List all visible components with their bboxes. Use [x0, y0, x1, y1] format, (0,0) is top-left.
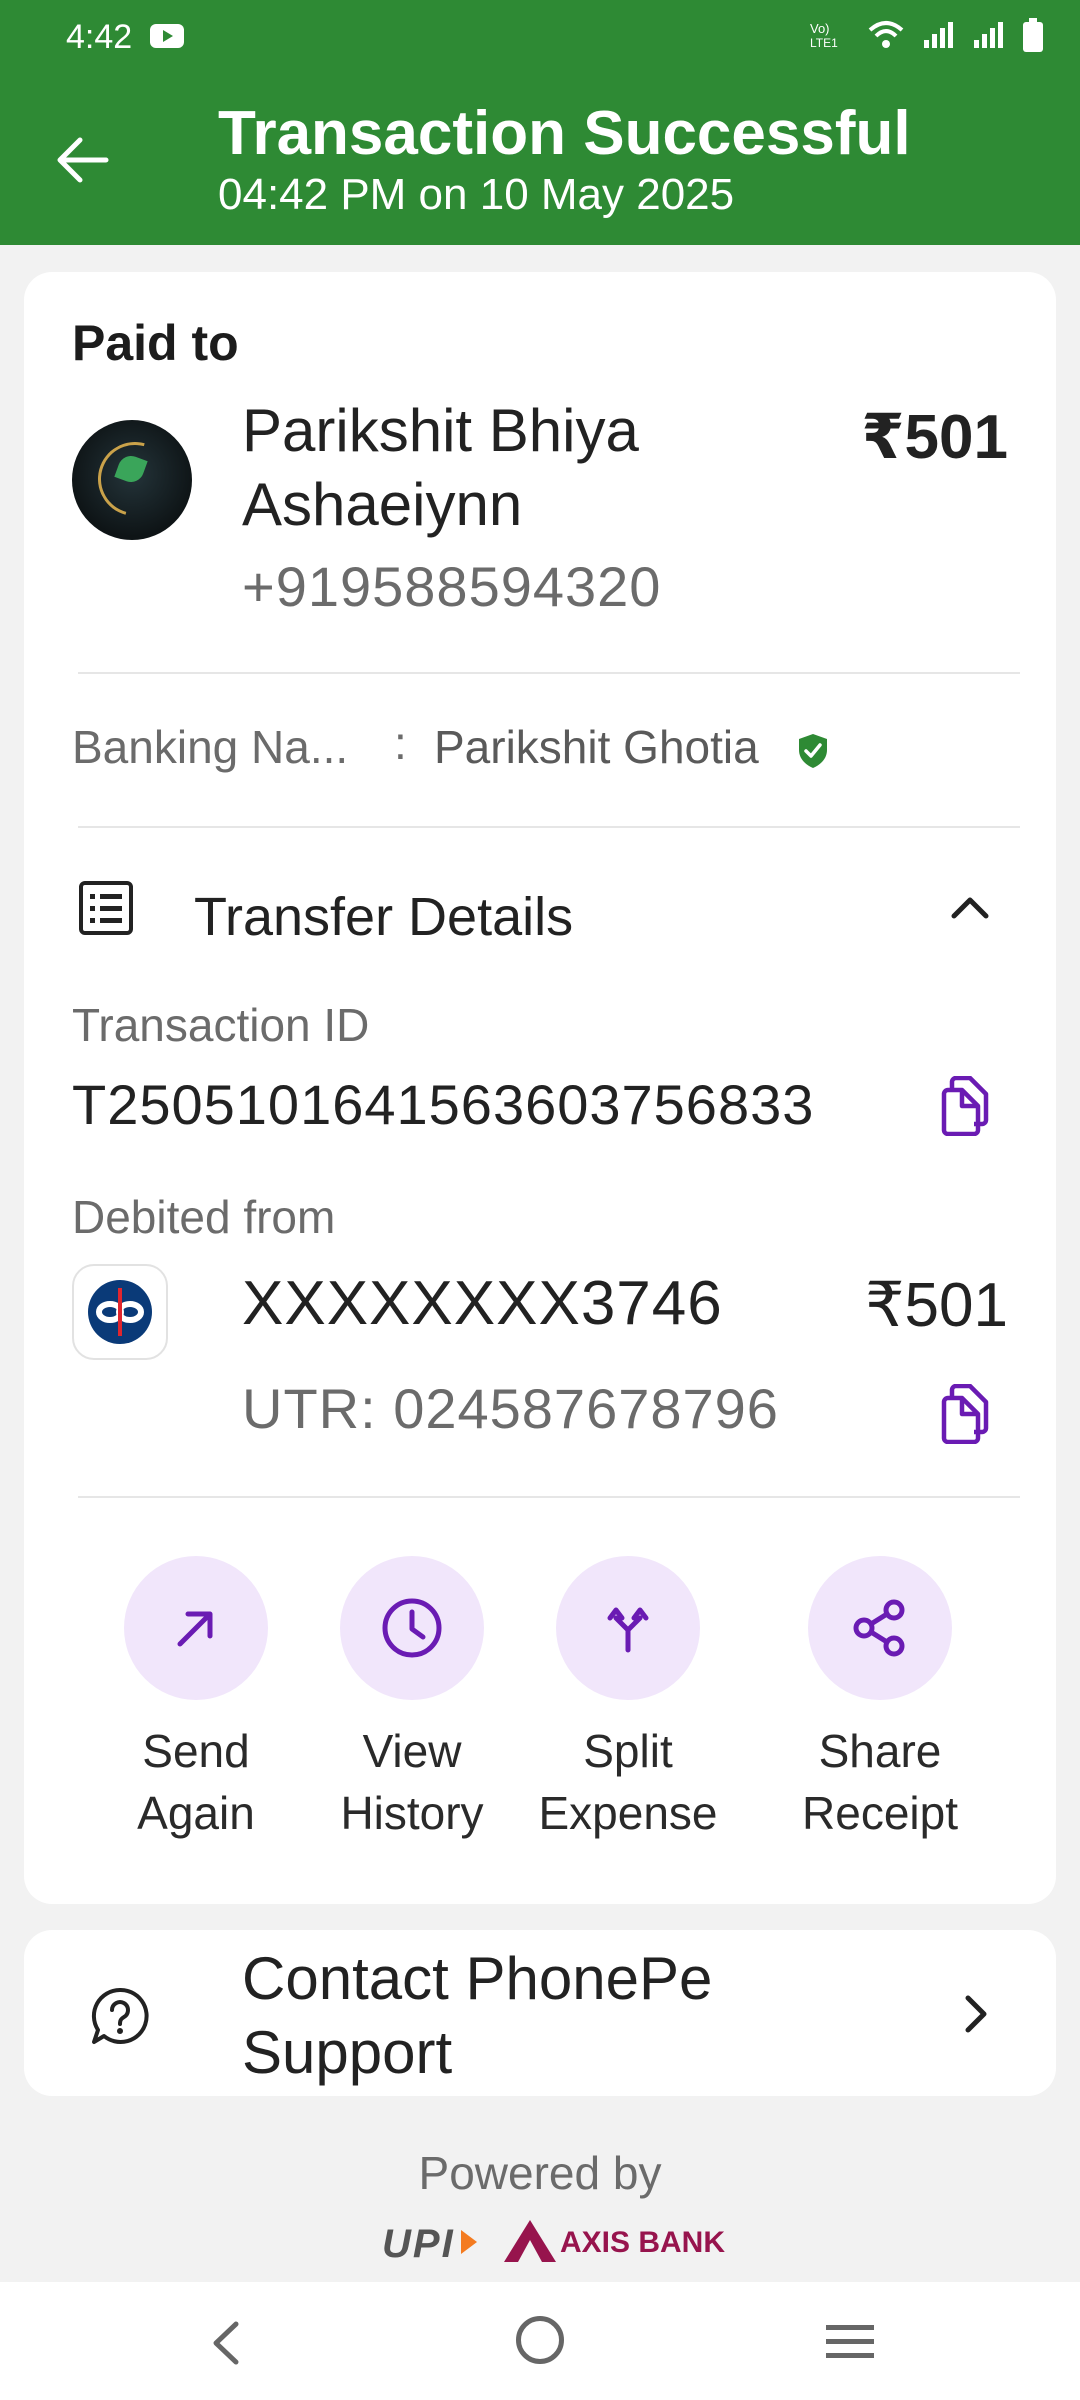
debited-from-label: Debited from [72, 1191, 336, 1243]
youtube-icon [150, 24, 184, 48]
view-history-button[interactable]: View History [312, 1556, 512, 1844]
arrow-up-right-icon [177, 1611, 213, 1647]
share-icon [853, 1599, 905, 1657]
transaction-timestamp: 04:42 PM on 10 May 2025 [218, 170, 735, 219]
split-expense-button[interactable]: Split Expense [528, 1556, 728, 1844]
utr-number: UTR: 024587678796 [242, 1377, 779, 1440]
share-receipt-label-line1: Share [818, 1725, 942, 1777]
share-receipt-label-line2: Receipt [802, 1787, 958, 1839]
chevron-up-icon[interactable] [948, 886, 992, 930]
divider [78, 826, 1020, 828]
split-expense-label-line1: Split [583, 1725, 673, 1777]
debited-amount: ₹501 [865, 1271, 1008, 1340]
status-time: 4:42 [66, 18, 133, 56]
bank-logo [72, 1264, 168, 1360]
contact-support-row[interactable]: Contact PhonePe Support [24, 1930, 1056, 2096]
payee-avatar [72, 420, 192, 540]
banking-separator: : [394, 717, 407, 769]
copy-icon[interactable] [938, 1384, 992, 1444]
status-icons: Vo) LTE1 [810, 18, 1044, 52]
share-receipt-button[interactable]: Share Receipt [780, 1556, 980, 1844]
nav-home-icon[interactable] [516, 2316, 564, 2364]
signal-icon-2 [974, 22, 1003, 48]
debited-account-number: XXXXXXXX3746 [242, 1269, 723, 1338]
split-expense-icon-bg[interactable] [556, 1556, 700, 1700]
nav-back-icon[interactable] [206, 2320, 246, 2366]
axis-bank-logo-icon [504, 2220, 556, 2262]
upi-logo: UPI [382, 2222, 477, 2266]
wifi-icon [868, 21, 904, 48]
banking-name-label: Banking Na... [72, 721, 349, 773]
view-history-label-line2: History [340, 1787, 484, 1839]
receipt-list-icon [79, 881, 133, 935]
header-bar: 4:42 Vo) LTE1 Transaction Successful 04:4… [0, 0, 1080, 245]
kotak-logo-icon [88, 1280, 152, 1344]
help-bubble-icon [91, 1987, 149, 2044]
transaction-id-value: T2505101641563603756833 [72, 1073, 815, 1136]
volte-icon: Vo)LTE1 [810, 21, 838, 50]
send-again-icon-bg[interactable] [124, 1556, 268, 1700]
powered-by-label: Powered by [418, 2147, 662, 2199]
payee-name: Parikshit Bhiya Ashaeiynn [242, 397, 639, 538]
contact-support-label[interactable]: Contact PhonePe Support [242, 1942, 802, 2090]
chevron-right-icon[interactable] [956, 1990, 996, 2038]
paid-amount: ₹501 [861, 403, 1008, 472]
back-arrow-icon[interactable] [52, 130, 112, 190]
copy-icon[interactable] [938, 1076, 992, 1136]
transaction-id-label: Transaction ID [72, 999, 370, 1051]
axis-bank-logo-text: AXIS BANK [560, 2226, 726, 2259]
divider [78, 1496, 1020, 1498]
send-again-button[interactable]: Send Again [96, 1556, 296, 1844]
clock-icon [382, 1598, 442, 1658]
page-title: Transaction Successful [218, 99, 911, 168]
divider [78, 672, 1020, 674]
battery-icon [1023, 18, 1043, 52]
view-history-icon-bg[interactable] [340, 1556, 484, 1700]
verified-shield-icon [799, 734, 827, 768]
send-again-label-line1: Send [142, 1725, 250, 1777]
system-navigation-bar [0, 2282, 1080, 2400]
svg-text:Vo): Vo) [810, 21, 830, 36]
transfer-details-title[interactable]: Transfer Details [194, 886, 573, 948]
transaction-card: Paid to Parikshit Bhiya Ashaeiynn ₹501 +… [24, 272, 1056, 1904]
signal-icon-1 [924, 22, 953, 48]
nav-recents-icon[interactable] [824, 2322, 876, 2362]
payee-phone: +919588594320 [242, 555, 662, 618]
send-again-label-line2: Again [137, 1787, 255, 1839]
banking-name-value: Parikshit Ghotia [434, 721, 759, 773]
view-history-label-line1: View [362, 1725, 462, 1777]
paid-to-label: Paid to [72, 315, 239, 371]
split-expense-label-line2: Expense [538, 1787, 718, 1839]
split-icon [607, 1607, 649, 1653]
share-receipt-icon-bg[interactable] [808, 1556, 952, 1700]
svg-text:LTE1: LTE1 [810, 36, 838, 50]
